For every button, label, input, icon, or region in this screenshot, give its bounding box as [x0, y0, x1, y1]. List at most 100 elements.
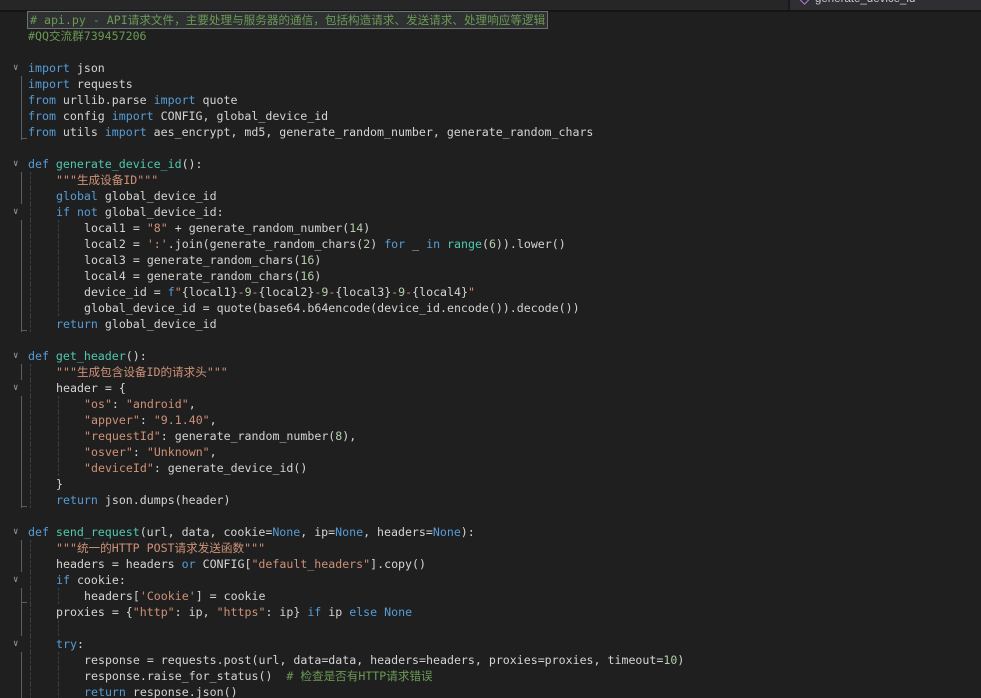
- fold-chevron-icon[interactable]: ∨: [13, 60, 18, 76]
- fold-chevron-icon[interactable]: ∨: [13, 380, 18, 396]
- indent-guide: [58, 668, 59, 684]
- code-line[interactable]: "appver": "9.1.40",: [0, 412, 981, 428]
- gutter: [0, 396, 28, 412]
- code-line[interactable]: response = requests.post(url, data=data,…: [0, 652, 981, 668]
- code-token: json.dumps(header): [98, 493, 231, 507]
- code-line[interactable]: local2 = ':'.join(generate_random_chars(…: [0, 236, 981, 252]
- fold-range-line: [21, 188, 22, 204]
- code-line-text: headers = headers or CONFIG["default_hea…: [28, 556, 981, 572]
- fold-chevron-icon[interactable]: ∨: [13, 572, 18, 588]
- code-line[interactable]: [0, 332, 981, 348]
- fold-chevron-icon[interactable]: ∨: [13, 348, 18, 364]
- code-line[interactable]: ∨header = {: [0, 380, 981, 396]
- code-line[interactable]: local3 = generate_random_chars(16): [0, 252, 981, 268]
- code-token: 16: [300, 269, 314, 283]
- code-token: # 检查是否有HTTP请求错误: [286, 669, 432, 683]
- indent-guide: [30, 668, 31, 684]
- code-line[interactable]: [0, 620, 981, 636]
- gutter: [0, 588, 28, 604]
- code-line-text: local3 = generate_random_chars(16): [28, 252, 981, 268]
- code-line[interactable]: from utils import aes_encrypt, md5, gene…: [0, 124, 981, 140]
- code-line[interactable]: ∨import json: [0, 60, 981, 76]
- code-line[interactable]: """统一的HTTP POST请求发送函数""": [0, 540, 981, 556]
- code-line[interactable]: ∨def get_header():: [0, 348, 981, 364]
- code-line[interactable]: response.raise_for_status() # 检查是否有HTTP请…: [0, 668, 981, 684]
- gutter: [0, 220, 28, 236]
- fold-range-line: [21, 668, 22, 684]
- code-token: global_device_id: [98, 317, 217, 331]
- fold-chevron-icon[interactable]: ∨: [13, 204, 18, 220]
- gutter: [0, 428, 28, 444]
- fold-chevron-icon[interactable]: ∨: [13, 524, 18, 540]
- code-line[interactable]: headers['Cookie'] = cookie: [0, 588, 981, 604]
- code-line[interactable]: ∨if cookie:: [0, 572, 981, 588]
- code-line[interactable]: """生成包含设备ID的请求头""": [0, 364, 981, 380]
- line-content: "osver": "Unknown",: [84, 444, 217, 460]
- code-line-text: """统一的HTTP POST请求发送函数""": [28, 540, 981, 556]
- code-line[interactable]: "os": "android",: [0, 396, 981, 412]
- indent-guide: [30, 588, 31, 604]
- code-line[interactable]: "osver": "Unknown",: [0, 444, 981, 460]
- code-line[interactable]: local1 = "8" + generate_random_number(14…: [0, 220, 981, 236]
- code-line[interactable]: global global_device_id: [0, 188, 981, 204]
- indent-guide: [30, 412, 31, 428]
- code-line[interactable]: [0, 140, 981, 156]
- code-line[interactable]: # api.py - API请求文件，主要处理与服务器的通信，包括构造请求、发送…: [0, 12, 981, 28]
- gutter: [0, 556, 28, 572]
- indent-guide: [30, 620, 31, 636]
- indent-guide: [30, 380, 31, 396]
- code-line[interactable]: #QQ交流群739457206: [0, 28, 981, 44]
- code-token: None: [433, 525, 461, 539]
- highlighted-line-content: # api.py - API请求文件，主要处理与服务器的通信，包括构造请求、发送…: [28, 12, 547, 28]
- gutter: ∨: [0, 204, 28, 220]
- fold-chevron-icon[interactable]: ∨: [13, 156, 18, 172]
- line-content: """生成包含设备ID的请求头""": [56, 364, 228, 380]
- code-line[interactable]: "deviceId": generate_device_id(): [0, 460, 981, 476]
- code-token: cookie:: [70, 573, 126, 587]
- code-area[interactable]: # api.py - API请求文件，主要处理与服务器的通信，包括构造请求、发送…: [0, 12, 981, 698]
- gutter: [0, 236, 28, 252]
- code-line[interactable]: ∨def generate_device_id():: [0, 156, 981, 172]
- gutter: [0, 284, 28, 300]
- code-line-text: import requests: [28, 76, 981, 92]
- code-token: CONFIG, global_device_id: [154, 109, 329, 123]
- indent-guide: [58, 236, 59, 252]
- line-content: "appver": "9.1.40",: [84, 412, 217, 428]
- code-line[interactable]: }: [0, 476, 981, 492]
- code-token: {local3}: [335, 285, 391, 299]
- code-line[interactable]: ∨if not global_device_id:: [0, 204, 981, 220]
- code-token: """生成设备ID""": [56, 173, 158, 187]
- code-line[interactable]: [0, 44, 981, 60]
- code-line[interactable]: from config import CONFIG, global_device…: [0, 108, 981, 124]
- code-line[interactable]: local4 = generate_random_chars(16): [0, 268, 981, 284]
- fold-chevron-icon[interactable]: ∨: [13, 636, 18, 652]
- code-line[interactable]: from urllib.parse import quote: [0, 92, 981, 108]
- code-line[interactable]: ∨try:: [0, 636, 981, 652]
- indent-guide: [30, 220, 31, 236]
- code-line[interactable]: "requestId": generate_random_number(8),: [0, 428, 981, 444]
- code-line[interactable]: proxies = {"http": ip, "https": ip} if i…: [0, 604, 981, 620]
- code-token: :: [112, 397, 126, 411]
- fold-range-line: [21, 92, 22, 108]
- code-token: ():: [182, 157, 203, 171]
- code-token: local3 = generate_random_chars(: [84, 253, 300, 267]
- code-token: -: [238, 285, 245, 299]
- code-line[interactable]: return json.dumps(header): [0, 492, 981, 508]
- indent-guide: [58, 428, 59, 444]
- code-line[interactable]: """生成设备ID""": [0, 172, 981, 188]
- code-line[interactable]: device_id = f"{local1}-9-{local2}-9-{loc…: [0, 284, 981, 300]
- code-line[interactable]: return global_device_id: [0, 316, 981, 332]
- indent-guide: [30, 604, 31, 620]
- code-token: def: [28, 349, 56, 363]
- code-line[interactable]: [0, 508, 981, 524]
- code-line[interactable]: return response.json(): [0, 684, 981, 698]
- gutter: [0, 252, 28, 268]
- gutter: [0, 444, 28, 460]
- code-line[interactable]: ∨def send_request(url, data, cookie=None…: [0, 524, 981, 540]
- code-token: from: [28, 109, 56, 123]
- code-line[interactable]: global_device_id = quote(base64.b64encod…: [0, 300, 981, 316]
- symbol-popup[interactable]: generate_device_id: [788, 0, 981, 11]
- code-line[interactable]: headers = headers or CONFIG["default_hea…: [0, 556, 981, 572]
- code-line[interactable]: import requests: [0, 76, 981, 92]
- code-token: #QQ交流群739457206: [28, 29, 147, 43]
